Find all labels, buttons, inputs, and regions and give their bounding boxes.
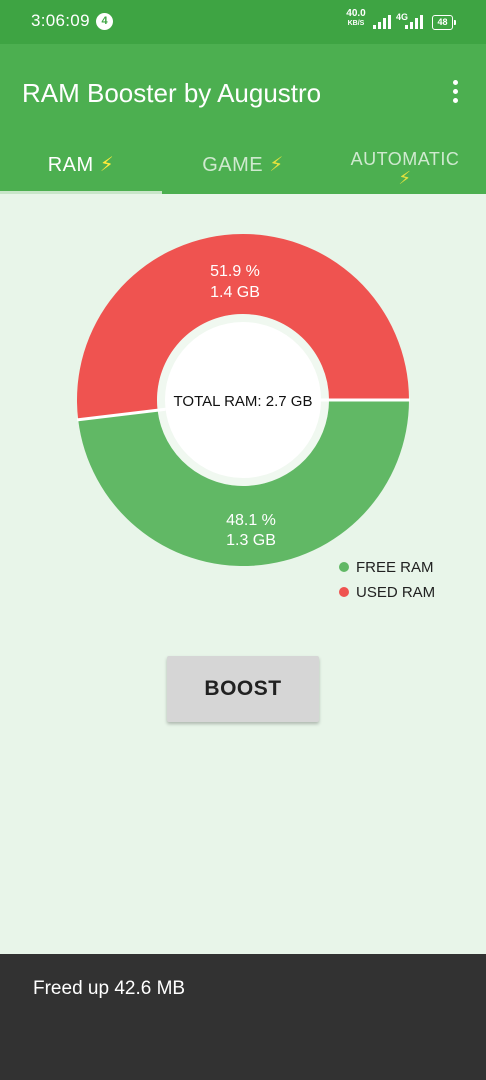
network-speed-value: 40.0 [346, 8, 366, 19]
status-time: 3:06:09 [31, 11, 90, 30]
snackbar-message: Freed up 42.6 MB [33, 978, 186, 999]
notification-badge: 4 [96, 13, 113, 30]
tab-bar: RAM ⚡ GAME ⚡ AUTOMATIC ⚡ [0, 150, 486, 194]
legend-free-ram-dot [339, 562, 349, 572]
center-label: TOTAL RAM: 2.7 GB [174, 393, 313, 410]
free-ram-size-label: 1.3 GB [226, 532, 276, 549]
legend-used-ram-label: USED RAM [356, 584, 435, 601]
tab-ram-label: RAM ⚡ [47, 154, 115, 176]
signal-icon-4g [405, 15, 423, 29]
network-speed: 40.0 KB/S [342, 8, 370, 28]
legend-used-ram-dot [339, 587, 349, 597]
tab-game[interactable]: GAME ⚡ [162, 150, 324, 194]
legend-free-ram-label: FREE RAM [356, 559, 434, 576]
used-ram-percent-label: 51.9 % [210, 263, 260, 280]
free-ram-percent-label: 48.1 % [226, 512, 276, 529]
tab-automatic[interactable]: AUTOMATIC ⚡ [324, 150, 486, 194]
lightning-icon: ⚡ [99, 154, 115, 176]
tab-ram[interactable]: RAM ⚡ [0, 150, 162, 194]
snackbar: Freed up 42.6 MB [0, 954, 486, 1080]
signal-icon [373, 15, 391, 29]
app-bar: RAM Booster by Augustro [0, 44, 486, 150]
battery-icon: 48 [432, 15, 456, 30]
lightning-icon: ⚡ [398, 168, 412, 188]
more-vert-icon[interactable] [446, 80, 466, 106]
tab-game-label: GAME ⚡ [202, 154, 284, 176]
ram-chart: TOTAL RAM: 2.7 GB 51.9 % 1.4 GB 48.1 % 1… [0, 194, 486, 634]
ram-donut-chart: TOTAL RAM: 2.7 GB 51.9 % 1.4 GB 48.1 % 1… [76, 233, 435, 601]
status-bar: 3:06:09 4 40.0 KB/S 4G 48 [0, 0, 486, 44]
boost-button[interactable]: BOOST [167, 656, 319, 722]
lightning-icon: ⚡ [269, 154, 284, 176]
network-speed-unit: KB/S [347, 20, 365, 27]
app-title: RAM Booster by Augustro [22, 78, 322, 108]
used-ram-size-label: 1.4 GB [210, 284, 260, 301]
tab-automatic-label: AUTOMATIC ⚡ [350, 149, 460, 188]
